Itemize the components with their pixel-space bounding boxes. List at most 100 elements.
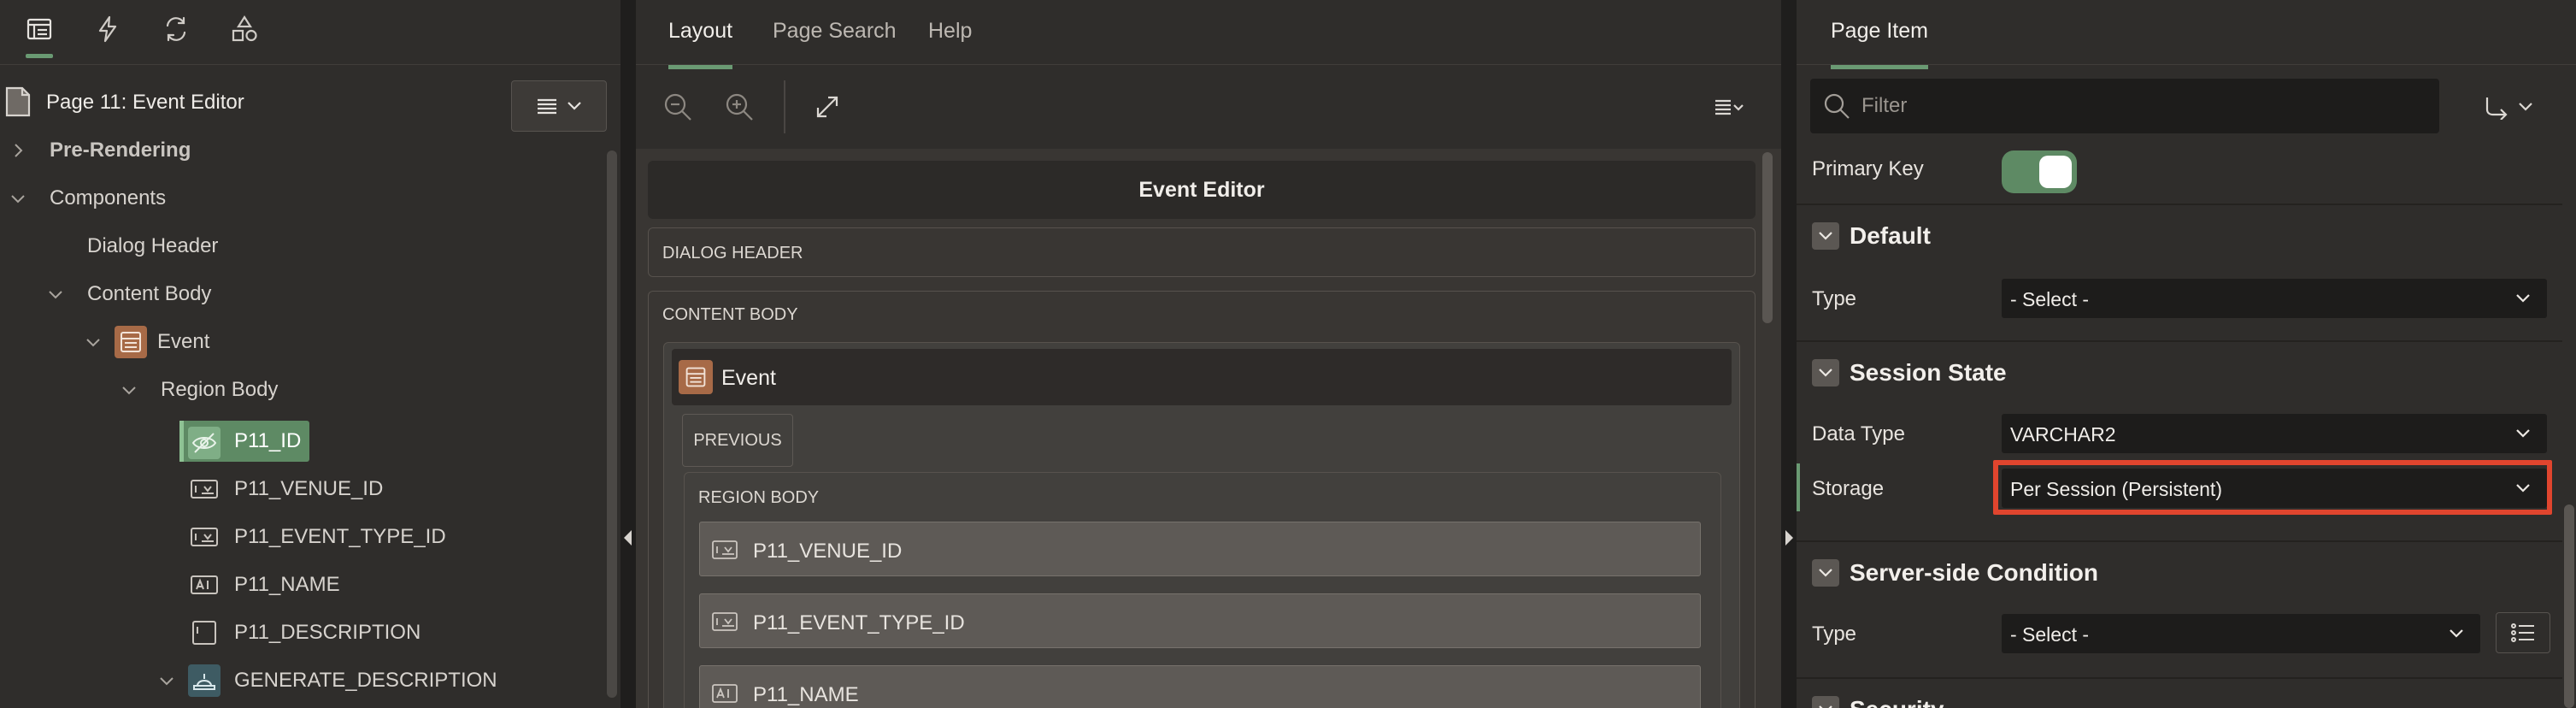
page-title-row[interactable]: Page 11: Event Editor [0,79,598,125]
tree-label: Dialog Header [87,234,219,257]
tab-page-search[interactable]: Page Search [773,19,897,44]
tree-label: Region Body [161,378,279,401]
item-label: P11_VENUE_ID [753,540,903,563]
region-icon [679,360,713,394]
text-field-icon [712,684,738,703]
tree-label: Components [50,186,167,209]
tree-node-p11-event-type-id[interactable]: P11_EVENT_TYPE_ID [0,513,598,561]
previous-position[interactable]: PREVIOUS [682,414,793,467]
section-session-state[interactable]: Session State [1797,340,2562,400]
layout-scrollbar[interactable] [1762,152,1773,323]
chevron-down-icon[interactable] [84,333,103,351]
shared-components-tab[interactable] [227,12,262,46]
chevron-down-icon[interactable] [46,285,65,304]
tree-node-event[interactable]: Event [0,318,598,366]
zoom-out-button[interactable] [655,84,701,130]
layout-canvas: Event Editor DIALOG HEADER CONTENT BODY … [636,149,1781,708]
tree-node-generate-description[interactable]: GENERATE_DESCRIPTION [0,657,598,705]
right-splitter[interactable] [1781,0,1797,708]
chevron-down-icon[interactable] [9,189,27,208]
condition-type-select[interactable]: - Select - [2002,614,2480,653]
collapse-left-icon[interactable] [624,530,632,546]
page-tree-panel: Page 11: Event Editor Pre-Rendering Comp… [0,0,620,708]
property-label: Storage [1812,477,1885,500]
select-value: - Select - [2010,288,2090,310]
tree-label: P11_NAME [234,573,340,596]
zoom-in-button[interactable] [716,84,762,130]
chevron-down-icon[interactable] [120,381,138,399]
data-type-select[interactable]: VARCHAR2 [2002,414,2547,453]
chevron-down-icon [1819,232,1832,240]
layout-item-p11-event-type-id[interactable]: P11_EVENT_TYPE_ID [699,593,1701,648]
event-region-header[interactable]: Event [672,349,1732,405]
primary-key-toggle[interactable] [2002,150,2077,193]
select-value: VARCHAR2 [2010,423,2116,445]
chevron-down-icon [1819,369,1832,377]
chevron-down-icon[interactable] [157,671,176,690]
tree-node-p11-id[interactable]: P11_ID [0,417,598,465]
rendering-tab[interactable] [22,12,56,58]
tree-menu-button[interactable] [511,80,607,132]
tree-node-p11-description[interactable]: P11_DESCRIPTION [0,609,598,657]
tree-node-pre-rendering[interactable]: Pre-Rendering [0,127,598,174]
select-value: Per Session (Persistent) [2010,478,2222,500]
select-list-icon [188,473,221,505]
tab-help[interactable]: Help [928,19,972,44]
section-server-side-condition[interactable]: Server-side Condition [1797,540,2562,600]
left-splitter[interactable] [620,0,636,708]
select-list-icon [712,540,738,559]
section-default[interactable]: Default [1797,204,2562,263]
expand-button[interactable] [804,84,850,130]
tree-label: Content Body [87,282,212,305]
expand-icon [816,96,838,118]
middle-tabbar: Layout Page Search Help [636,0,1781,69]
rendering-tree-icon [26,18,52,40]
property-default-type: Type - Select - [1797,270,2562,325]
default-type-select[interactable]: - Select - [2002,279,2547,318]
storage-select[interactable]: Per Session (Persistent) [2002,469,2547,508]
event-region-title: Event [721,366,776,390]
text-field-icon [188,569,221,601]
textarea-icon [188,617,221,649]
tree-node-dialog-header[interactable]: Dialog Header [0,222,598,270]
collapse-right-icon[interactable] [1785,530,1793,546]
collapse-section-button[interactable] [1812,359,1839,386]
go-to-group-button[interactable] [2477,86,2538,128]
left-scrollbar[interactable] [607,150,617,698]
dialog-header-region[interactable]: DIALOG HEADER [648,227,1756,277]
processing-tab[interactable] [159,12,193,46]
select-value: - Select - [2010,623,2090,646]
hamburger-icon [538,98,556,115]
dynamic-actions-tab[interactable] [91,12,125,46]
property-filter[interactable] [1810,79,2439,133]
tab-layout[interactable]: Layout [668,19,733,69]
tree-node-p11-name[interactable]: P11_NAME [0,561,598,609]
button-icon [188,664,221,697]
layout-page-title[interactable]: Event Editor [648,161,1756,219]
filter-input[interactable] [1861,89,2426,123]
item-label: P11_NAME [753,683,859,706]
tree-node-components[interactable]: Components [0,174,598,222]
section-security[interactable]: Security [1797,677,2562,708]
search-icon [1824,93,1850,119]
collapse-section-button[interactable] [1812,696,1839,708]
collapse-section-button[interactable] [1812,222,1839,250]
collapse-section-button[interactable] [1812,559,1839,587]
condition-list-button[interactable] [2496,612,2550,653]
chevron-right-icon[interactable] [9,141,27,160]
property-scrollbar[interactable] [2564,504,2574,708]
layout-menu-button[interactable] [1694,84,1762,130]
layout-item-p11-venue-id[interactable]: P11_VENUE_ID [699,522,1701,576]
zoom-in-icon [726,93,753,121]
chevron-down-icon [1819,705,1832,708]
tree-label: Pre-Rendering [50,139,191,162]
tree-node-p11-venue-id[interactable]: P11_VENUE_ID [0,465,598,513]
layout-item-p11-name[interactable]: P11_NAME [699,665,1701,708]
go-to-group-icon [2485,97,2508,120]
right-tabbar: Page Item [1797,0,2576,69]
chevron-down-icon [2516,429,2530,438]
tab-page-item[interactable]: Page Item [1831,19,1928,69]
tree-node-region-body[interactable]: Region Body [0,366,598,414]
tree-node-content-body[interactable]: Content Body [0,270,598,318]
region-label: REGION BODY [698,488,820,507]
